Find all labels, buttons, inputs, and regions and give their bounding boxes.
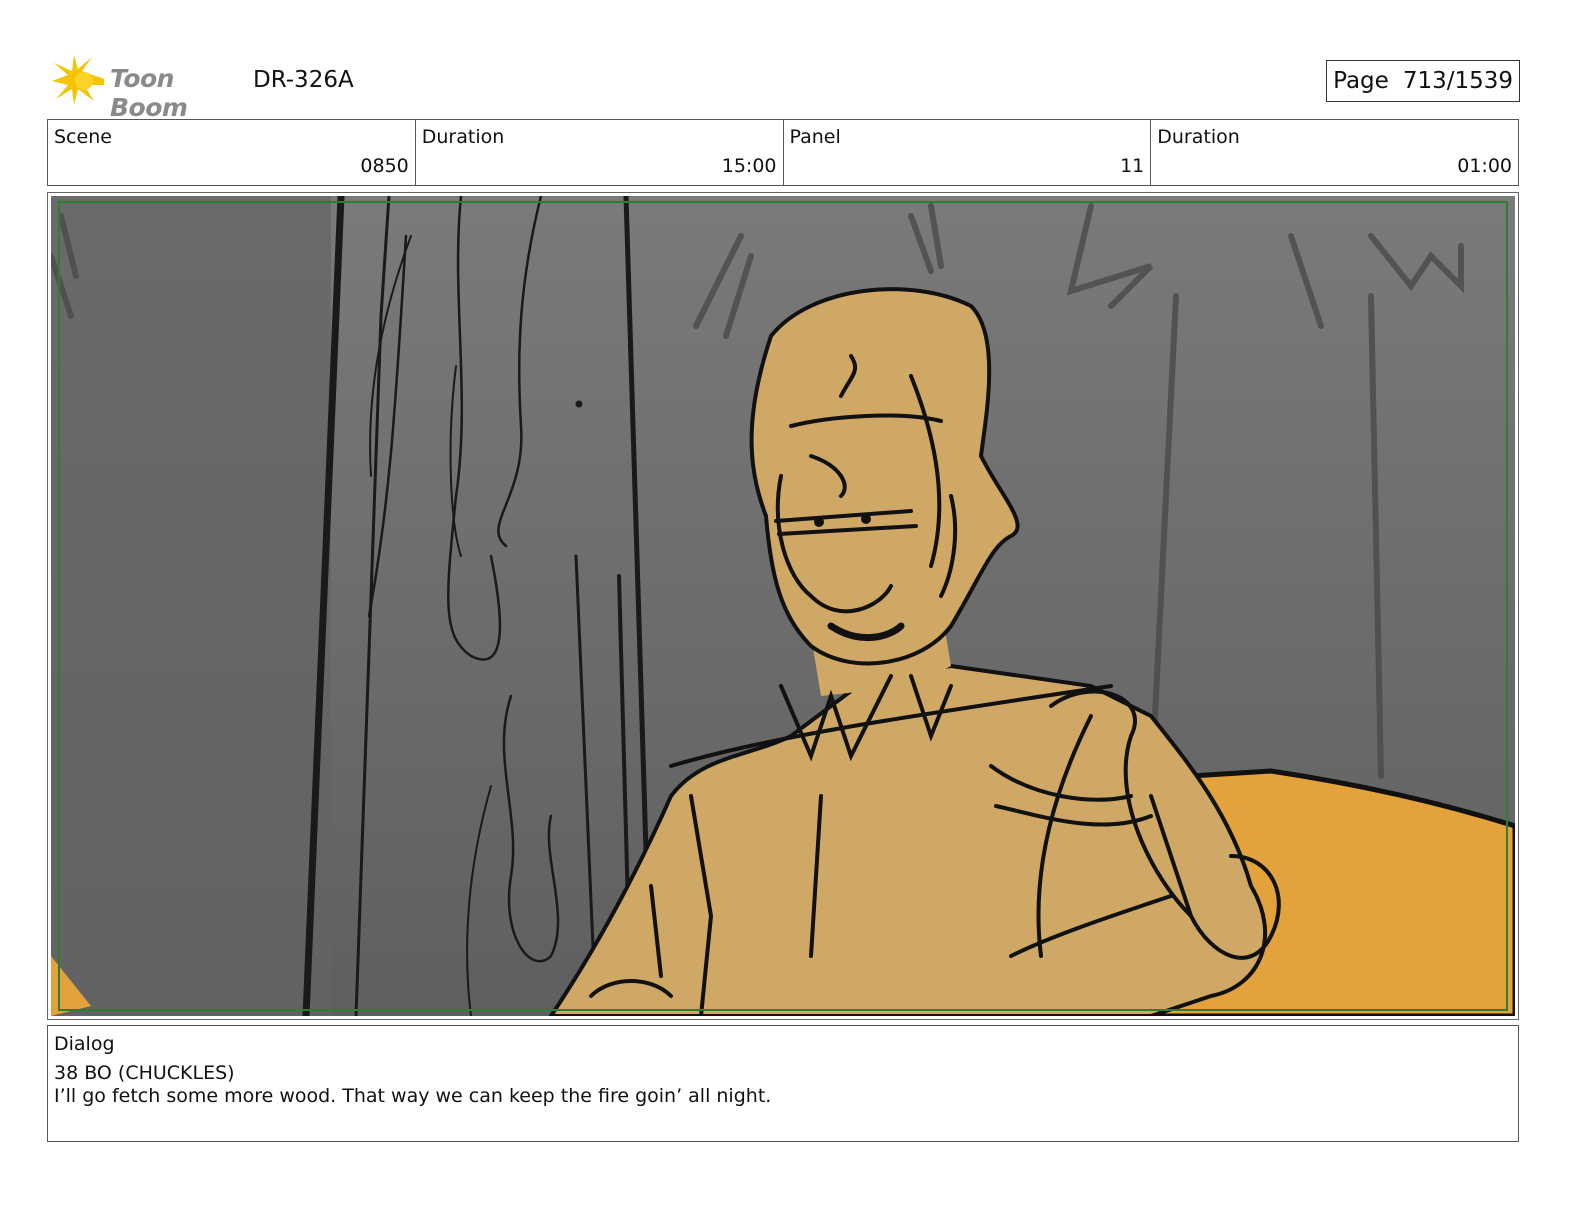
dialog-speaker-line: 38 BO (CHUCKLES) (54, 1062, 235, 1084)
panel-duration-label: Duration (1157, 126, 1240, 148)
panel-value: 11 (1120, 155, 1145, 177)
page-header: Toon Boom DR-326A Page 713/1539 (48, 55, 1520, 122)
logo-text: Toon Boom (110, 64, 188, 122)
dialog-box: Dialog 38 BO (CHUCKLES) I’ll go fetch so… (47, 1025, 1519, 1142)
document-id: DR-326A (253, 67, 354, 93)
storyboard-panel (47, 192, 1519, 1020)
scene-duration-label: Duration (421, 126, 505, 148)
page-indicator: Page 713/1539 (1326, 60, 1520, 102)
panel-cell: Panel 11 (784, 120, 1152, 185)
scene-duration-cell: Duration 15:00 (416, 120, 784, 185)
scene-value: 0850 (360, 155, 409, 177)
dialog-text-line: I’ll go fetch some more wood. That way w… (54, 1085, 772, 1107)
panel-duration-value: 01:00 (1457, 155, 1512, 177)
scene-cell: Scene 0850 (48, 120, 416, 185)
dialog-label: Dialog (54, 1033, 115, 1055)
panel-duration-cell: Duration 01:00 (1151, 120, 1518, 185)
scene-label: Scene (54, 126, 112, 148)
left-shadow (51, 196, 331, 1016)
scene-duration-value: 15:00 (721, 155, 777, 177)
page-value: 713/1539 (1402, 68, 1513, 94)
panel-drawing (51, 196, 1515, 1016)
page-label: Page (1333, 68, 1389, 94)
toon-boom-starburst-icon (52, 55, 104, 105)
panel-info-row: Scene 0850 Duration 15:00 Panel 11 Durat… (47, 119, 1519, 186)
panel-label: Panel (789, 126, 841, 148)
toon-boom-logo: Toon Boom (52, 55, 252, 122)
